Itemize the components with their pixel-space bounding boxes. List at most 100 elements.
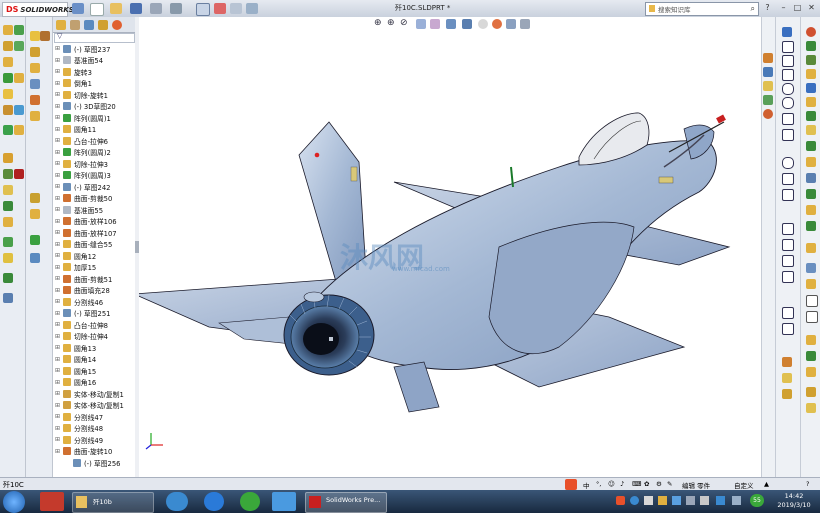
select-arrow-icon[interactable]	[196, 3, 210, 16]
hidden-lines-icon[interactable]	[806, 295, 818, 307]
feature-tree-item[interactable]: ⊞ 曲面填充28	[53, 285, 135, 297]
circle-tool-icon[interactable]	[782, 83, 794, 95]
polygon-tool-icon[interactable]	[782, 113, 794, 125]
display-tab-icon[interactable]	[112, 20, 122, 30]
tray-volume-icon[interactable]	[686, 496, 695, 505]
ime-skin-icon[interactable]: ✿	[644, 480, 649, 488]
expand-toggle-icon[interactable]: ⊞	[55, 229, 61, 236]
mirror-tool-icon[interactable]	[3, 217, 13, 227]
surface-boundary-icon[interactable]	[30, 79, 40, 89]
feature-tree-item[interactable]: ⊞ 实体-移动/复制1	[53, 400, 135, 412]
ime-chinese-icon[interactable]: 中	[583, 480, 590, 490]
custom-properties-icon[interactable]	[763, 109, 773, 119]
feature-tree-item[interactable]: ⊞ 阵列(圆周)2	[53, 147, 135, 159]
feature-tree-item[interactable]: (-) 草图256	[53, 457, 135, 469]
feature-tree-item[interactable]: ⊞ 倒角1	[53, 78, 135, 90]
feature-tree-item[interactable]: ⊞ 曲面-旋转10	[53, 446, 135, 458]
cut-tool-icon[interactable]	[3, 73, 13, 83]
feature-tree-item[interactable]: ⊞ 曲面-放样107	[53, 227, 135, 239]
section-view-icon[interactable]	[416, 19, 426, 29]
expand-toggle-icon[interactable]: ⊞	[55, 333, 61, 340]
tree-filter-input[interactable]: ▽	[54, 32, 135, 43]
expand-toggle-icon[interactable]: ⊞	[55, 68, 61, 75]
apply-scene-icon[interactable]	[506, 19, 516, 29]
surface-trim-icon[interactable]	[30, 193, 40, 203]
units-dropdown-icon[interactable]: ▲	[764, 480, 769, 488]
line-tool-icon[interactable]	[782, 55, 794, 67]
undo-icon[interactable]	[170, 3, 182, 14]
right-view-icon[interactable]	[806, 83, 816, 93]
feature-tree-item[interactable]: ⊞ 圆角12	[53, 250, 135, 262]
arc-tool-icon[interactable]	[782, 97, 794, 109]
expand-toggle-icon[interactable]: ⊞	[55, 80, 61, 87]
expand-toggle-icon[interactable]: ⊞	[55, 287, 61, 294]
feature-tree-item[interactable]: ⊞ 凸台-拉伸8	[53, 319, 135, 331]
cartoon-icon[interactable]	[806, 367, 816, 377]
feature-tree-item[interactable]: ⊞ 基准面54	[53, 55, 135, 67]
feature-tree-item[interactable]: ⊞ 阵列(圆周)3	[53, 170, 135, 182]
help-icon[interactable]: ?	[762, 3, 773, 13]
centerline-tool-icon[interactable]	[782, 189, 794, 201]
feature-tree-item[interactable]: ⊞ 分割线47	[53, 411, 135, 423]
expand-toggle-icon[interactable]: ⊞	[55, 206, 61, 213]
expand-toggle-icon[interactable]: ⊞	[55, 413, 61, 420]
ambient-occlusion-icon[interactable]	[806, 387, 816, 397]
rebuild-icon[interactable]	[214, 3, 226, 14]
minimize-button[interactable]: –	[778, 3, 789, 13]
surface-extrude-icon[interactable]	[30, 31, 40, 41]
offset-entities-icon[interactable]	[782, 255, 794, 267]
feature-tree-item[interactable]: ⊞ 曲面-缝合55	[53, 239, 135, 251]
view-orientation-icon[interactable]	[446, 19, 456, 29]
pdf-app-icon[interactable]	[40, 492, 64, 511]
boundary-tool-icon[interactable]	[3, 57, 13, 67]
feishu-app-icon[interactable]	[272, 492, 296, 511]
perspective-icon[interactable]	[806, 335, 816, 345]
search-knowledge-input[interactable]: 搜索知识库 ⌕	[645, 2, 759, 16]
delete-face-tool-icon[interactable]	[14, 169, 24, 179]
render-tools-icon[interactable]	[806, 403, 816, 413]
configuration-tab-icon[interactable]	[84, 20, 94, 30]
mirror-entities-icon[interactable]	[782, 271, 794, 283]
display-relations-icon[interactable]	[782, 357, 792, 367]
ime-emoji-icon[interactable]: ☺	[608, 480, 615, 488]
expand-toggle-icon[interactable]: ⊞	[55, 45, 61, 52]
save-icon[interactable]	[130, 3, 142, 14]
tray-update-icon[interactable]	[658, 496, 667, 505]
restore-button[interactable]: □	[792, 3, 803, 13]
ime-tools-icon[interactable]: ⚙	[656, 480, 662, 488]
shell-tool-icon[interactable]	[14, 125, 24, 135]
revolve-tool-icon[interactable]	[14, 25, 24, 35]
help-status-icon[interactable]: ?	[806, 480, 809, 488]
shadows-icon[interactable]	[806, 351, 816, 361]
thicken-icon[interactable]	[30, 253, 40, 263]
expand-toggle-icon[interactable]: ⊞	[55, 344, 61, 351]
shaded-icon[interactable]	[806, 279, 816, 289]
graphics-area[interactable]: 沐风网 www.mfcad.com	[133, 17, 761, 477]
tray-network-icon[interactable]	[630, 496, 639, 505]
feature-tree-item[interactable]: ⊞ 圆角11	[53, 124, 135, 136]
taskbar-clock[interactable]: 14:42 2019/3/10	[772, 492, 816, 510]
360-app-icon[interactable]	[240, 492, 260, 511]
hide-show-items-icon[interactable]	[478, 19, 488, 29]
wrap-tool-icon[interactable]	[3, 153, 13, 163]
status-units-custom[interactable]: 自定义	[734, 480, 754, 490]
appearances-icon[interactable]	[763, 95, 773, 105]
view-palette-icon[interactable]	[763, 81, 773, 91]
two-view-icon[interactable]	[806, 205, 816, 215]
tray-cloud-icon[interactable]	[672, 496, 681, 505]
ime-menu-icon[interactable]: ✎	[667, 480, 672, 488]
search-icon[interactable]: ⌕	[751, 4, 755, 14]
expand-toggle-icon[interactable]: ⊞	[55, 390, 61, 397]
ime-punctuation-icon[interactable]: °,	[596, 480, 601, 488]
feature-tree-item[interactable]: ⊞ 曲面-剪裁51	[53, 273, 135, 285]
options-icon[interactable]	[246, 3, 258, 14]
surface-revolve-icon[interactable]	[40, 31, 50, 41]
rectangle-tool-icon[interactable]	[782, 69, 794, 81]
convert-entities-icon[interactable]	[782, 239, 794, 251]
open-folder-icon[interactable]	[110, 3, 122, 14]
feature-tree-item[interactable]: ⊞ 旋转3	[53, 66, 135, 78]
expand-toggle-icon[interactable]: ⊞	[55, 183, 61, 190]
expand-toggle-icon[interactable]: ⊞	[55, 91, 61, 98]
boss-extrude-tool-icon[interactable]	[3, 25, 13, 35]
expand-toggle-icon[interactable]: ⊞	[55, 149, 61, 156]
